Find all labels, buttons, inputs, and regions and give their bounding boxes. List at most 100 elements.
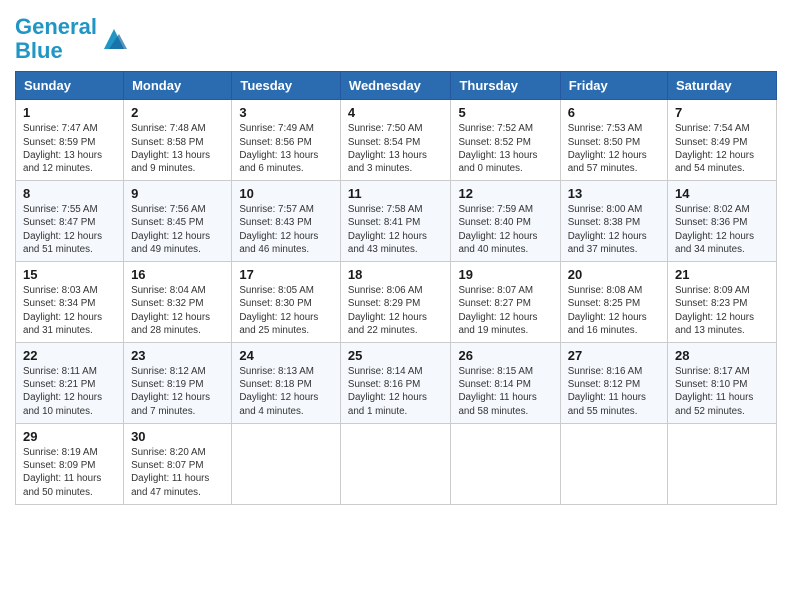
week-row-4: 22 Sunrise: 8:11 AMSunset: 8:21 PMDaylig… (16, 343, 777, 424)
page: General Blue SundayMondayTuesdayWednesda… (0, 0, 792, 520)
calendar-cell: 5 Sunrise: 7:52 AMSunset: 8:52 PMDayligh… (451, 100, 560, 181)
calendar-cell: 23 Sunrise: 8:12 AMSunset: 8:19 PMDaylig… (124, 343, 232, 424)
calendar-cell: 28 Sunrise: 8:17 AMSunset: 8:10 PMDaylig… (668, 343, 777, 424)
day-detail: Sunrise: 8:16 AMSunset: 8:12 PMDaylight:… (568, 365, 660, 418)
weekday-header-monday: Monday (124, 72, 232, 100)
calendar-cell: 10 Sunrise: 7:57 AMSunset: 8:43 PMDaylig… (232, 181, 341, 262)
day-detail: Sunrise: 8:07 AMSunset: 8:27 PMDaylight:… (458, 284, 552, 337)
calendar-table: SundayMondayTuesdayWednesdayThursdayFrid… (15, 71, 777, 504)
calendar-cell: 29 Sunrise: 8:19 AMSunset: 8:09 PMDaylig… (16, 423, 124, 504)
day-number: 10 (239, 186, 333, 201)
calendar-cell: 16 Sunrise: 8:04 AMSunset: 8:32 PMDaylig… (124, 262, 232, 343)
week-row-1: 1 Sunrise: 7:47 AMSunset: 8:59 PMDayligh… (16, 100, 777, 181)
day-detail: Sunrise: 8:19 AMSunset: 8:09 PMDaylight:… (23, 446, 116, 499)
day-detail: Sunrise: 8:15 AMSunset: 8:14 PMDaylight:… (458, 365, 552, 418)
day-number: 12 (458, 186, 552, 201)
day-number: 26 (458, 348, 552, 363)
day-number: 18 (348, 267, 444, 282)
calendar-cell (668, 423, 777, 504)
weekday-header-saturday: Saturday (668, 72, 777, 100)
day-number: 6 (568, 105, 660, 120)
day-number: 30 (131, 429, 224, 444)
day-detail: Sunrise: 8:06 AMSunset: 8:29 PMDaylight:… (348, 284, 444, 337)
day-detail: Sunrise: 8:12 AMSunset: 8:19 PMDaylight:… (131, 365, 224, 418)
calendar-cell (340, 423, 451, 504)
calendar-cell: 14 Sunrise: 8:02 AMSunset: 8:36 PMDaylig… (668, 181, 777, 262)
day-detail: Sunrise: 7:56 AMSunset: 8:45 PMDaylight:… (131, 203, 224, 256)
day-detail: Sunrise: 7:52 AMSunset: 8:52 PMDaylight:… (458, 122, 552, 175)
calendar-cell: 1 Sunrise: 7:47 AMSunset: 8:59 PMDayligh… (16, 100, 124, 181)
day-detail: Sunrise: 7:55 AMSunset: 8:47 PMDaylight:… (23, 203, 116, 256)
day-number: 5 (458, 105, 552, 120)
day-detail: Sunrise: 8:05 AMSunset: 8:30 PMDaylight:… (239, 284, 333, 337)
calendar-cell: 9 Sunrise: 7:56 AMSunset: 8:45 PMDayligh… (124, 181, 232, 262)
day-number: 15 (23, 267, 116, 282)
day-detail: Sunrise: 8:03 AMSunset: 8:34 PMDaylight:… (23, 284, 116, 337)
calendar-cell (232, 423, 341, 504)
day-number: 28 (675, 348, 769, 363)
day-number: 2 (131, 105, 224, 120)
calendar-cell: 21 Sunrise: 8:09 AMSunset: 8:23 PMDaylig… (668, 262, 777, 343)
logo-text: General Blue (15, 15, 97, 63)
day-number: 29 (23, 429, 116, 444)
header: General Blue (15, 10, 777, 63)
day-detail: Sunrise: 7:57 AMSunset: 8:43 PMDaylight:… (239, 203, 333, 256)
day-number: 20 (568, 267, 660, 282)
calendar-cell: 2 Sunrise: 7:48 AMSunset: 8:58 PMDayligh… (124, 100, 232, 181)
day-detail: Sunrise: 8:20 AMSunset: 8:07 PMDaylight:… (131, 446, 224, 499)
day-number: 22 (23, 348, 116, 363)
calendar-cell: 25 Sunrise: 8:14 AMSunset: 8:16 PMDaylig… (340, 343, 451, 424)
weekday-header-friday: Friday (560, 72, 667, 100)
calendar-cell: 30 Sunrise: 8:20 AMSunset: 8:07 PMDaylig… (124, 423, 232, 504)
day-detail: Sunrise: 7:58 AMSunset: 8:41 PMDaylight:… (348, 203, 444, 256)
day-number: 14 (675, 186, 769, 201)
calendar-cell: 11 Sunrise: 7:58 AMSunset: 8:41 PMDaylig… (340, 181, 451, 262)
calendar-cell: 15 Sunrise: 8:03 AMSunset: 8:34 PMDaylig… (16, 262, 124, 343)
calendar-cell: 20 Sunrise: 8:08 AMSunset: 8:25 PMDaylig… (560, 262, 667, 343)
day-number: 8 (23, 186, 116, 201)
day-detail: Sunrise: 8:04 AMSunset: 8:32 PMDaylight:… (131, 284, 224, 337)
day-detail: Sunrise: 7:47 AMSunset: 8:59 PMDaylight:… (23, 122, 116, 175)
day-number: 25 (348, 348, 444, 363)
calendar-cell: 6 Sunrise: 7:53 AMSunset: 8:50 PMDayligh… (560, 100, 667, 181)
day-number: 17 (239, 267, 333, 282)
weekday-header-sunday: Sunday (16, 72, 124, 100)
week-row-2: 8 Sunrise: 7:55 AMSunset: 8:47 PMDayligh… (16, 181, 777, 262)
calendar-cell: 8 Sunrise: 7:55 AMSunset: 8:47 PMDayligh… (16, 181, 124, 262)
day-detail: Sunrise: 7:50 AMSunset: 8:54 PMDaylight:… (348, 122, 444, 175)
day-detail: Sunrise: 7:54 AMSunset: 8:49 PMDaylight:… (675, 122, 769, 175)
day-detail: Sunrise: 7:53 AMSunset: 8:50 PMDaylight:… (568, 122, 660, 175)
day-detail: Sunrise: 8:09 AMSunset: 8:23 PMDaylight:… (675, 284, 769, 337)
day-number: 23 (131, 348, 224, 363)
weekday-header-thursday: Thursday (451, 72, 560, 100)
calendar-cell: 26 Sunrise: 8:15 AMSunset: 8:14 PMDaylig… (451, 343, 560, 424)
day-detail: Sunrise: 8:00 AMSunset: 8:38 PMDaylight:… (568, 203, 660, 256)
logo-icon (99, 24, 129, 54)
day-number: 16 (131, 267, 224, 282)
day-detail: Sunrise: 7:59 AMSunset: 8:40 PMDaylight:… (458, 203, 552, 256)
day-number: 4 (348, 105, 444, 120)
day-detail: Sunrise: 8:11 AMSunset: 8:21 PMDaylight:… (23, 365, 116, 418)
calendar-cell: 7 Sunrise: 7:54 AMSunset: 8:49 PMDayligh… (668, 100, 777, 181)
day-detail: Sunrise: 8:14 AMSunset: 8:16 PMDaylight:… (348, 365, 444, 418)
day-detail: Sunrise: 7:49 AMSunset: 8:56 PMDaylight:… (239, 122, 333, 175)
calendar-cell: 13 Sunrise: 8:00 AMSunset: 8:38 PMDaylig… (560, 181, 667, 262)
weekday-header-row: SundayMondayTuesdayWednesdayThursdayFrid… (16, 72, 777, 100)
calendar-cell: 4 Sunrise: 7:50 AMSunset: 8:54 PMDayligh… (340, 100, 451, 181)
weekday-header-tuesday: Tuesday (232, 72, 341, 100)
calendar-cell: 24 Sunrise: 8:13 AMSunset: 8:18 PMDaylig… (232, 343, 341, 424)
day-number: 9 (131, 186, 224, 201)
calendar-cell: 22 Sunrise: 8:11 AMSunset: 8:21 PMDaylig… (16, 343, 124, 424)
day-number: 7 (675, 105, 769, 120)
logo-blue: Blue (15, 38, 63, 63)
calendar-cell: 17 Sunrise: 8:05 AMSunset: 8:30 PMDaylig… (232, 262, 341, 343)
week-row-3: 15 Sunrise: 8:03 AMSunset: 8:34 PMDaylig… (16, 262, 777, 343)
day-detail: Sunrise: 8:02 AMSunset: 8:36 PMDaylight:… (675, 203, 769, 256)
day-number: 11 (348, 186, 444, 201)
calendar-cell: 19 Sunrise: 8:07 AMSunset: 8:27 PMDaylig… (451, 262, 560, 343)
day-detail: Sunrise: 8:13 AMSunset: 8:18 PMDaylight:… (239, 365, 333, 418)
logo-general: General (15, 14, 97, 39)
day-detail: Sunrise: 8:08 AMSunset: 8:25 PMDaylight:… (568, 284, 660, 337)
day-number: 24 (239, 348, 333, 363)
calendar-cell: 27 Sunrise: 8:16 AMSunset: 8:12 PMDaylig… (560, 343, 667, 424)
